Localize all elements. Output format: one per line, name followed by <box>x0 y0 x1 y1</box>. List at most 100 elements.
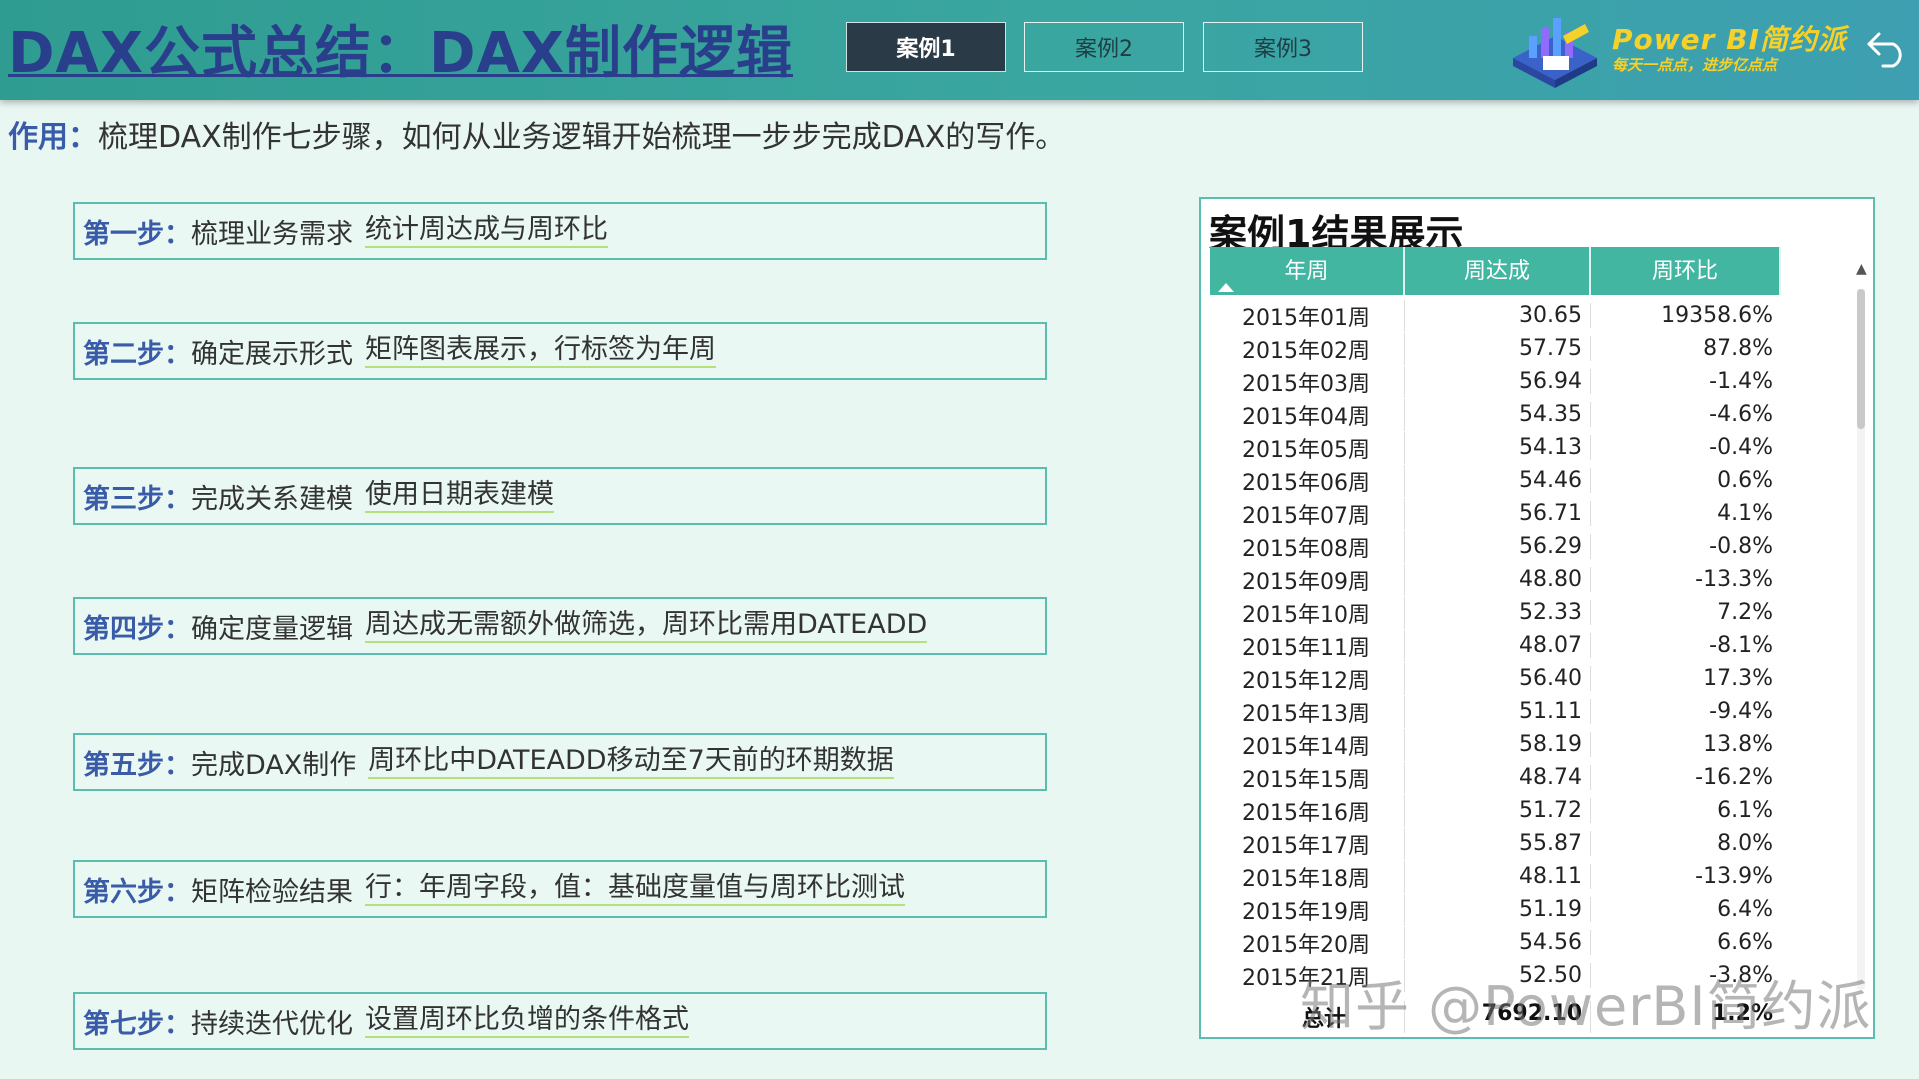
column-header-weekly-achievement[interactable]: 周达成 <box>1405 247 1591 295</box>
cell-weekly-achievement: 48.11 <box>1405 864 1591 889</box>
table-row[interactable]: 2015年07周 56.71 4.1% <box>1210 497 1781 530</box>
table-row[interactable]: 2015年03周 56.94 -1.4% <box>1210 365 1781 398</box>
table-row[interactable]: 2015年08周 56.29 -0.8% <box>1210 530 1781 563</box>
column-header-label: 周达成 <box>1463 259 1530 284</box>
column-header-year-week[interactable]: 年周 <box>1210 247 1405 295</box>
cell-week-over-week: 19358.6% <box>1661 303 1773 328</box>
result-matrix-panel: 案例1结果展示 年周 周达成 周环比 2015年01周 30.65 19358.6%… <box>1199 197 1875 1039</box>
cell-weekly-achievement: 55.87 <box>1405 831 1591 856</box>
table-row[interactable]: 2015年20周 54.56 6.6% <box>1210 926 1781 959</box>
step-label: 第二步： <box>83 338 191 370</box>
table-row[interactable]: 2015年05周 54.13 -0.4% <box>1210 431 1781 464</box>
cell-week-over-week: -16.2% <box>1695 765 1773 790</box>
cell-weekly-achievement: 30.65 <box>1405 303 1591 328</box>
cell-week-over-week: 7.2% <box>1717 600 1773 625</box>
scroll-up-icon[interactable]: ▲ <box>1856 261 1867 277</box>
cell-year-week: 2015年11周 <box>1210 629 1405 662</box>
cell-year-week: 2015年03周 <box>1210 365 1405 398</box>
cell-year-week: 2015年13周 <box>1210 695 1405 728</box>
cell-weekly-achievement: 56.71 <box>1405 501 1591 526</box>
table-row[interactable]: 2015年10周 52.33 7.2% <box>1210 596 1781 629</box>
tab-case-3[interactable]: 案例3 <box>1203 22 1363 72</box>
cell-weekly-achievement: 56.40 <box>1405 666 1591 691</box>
tab-case-1[interactable]: 案例1 <box>846 22 1006 72</box>
table-row[interactable]: 2015年04周 54.35 -4.6% <box>1210 398 1781 431</box>
cell-week-over-week: 4.1% <box>1717 501 1773 526</box>
table-row[interactable]: 2015年17周 55.87 8.0% <box>1210 827 1781 860</box>
table-row[interactable]: 2015年02周 57.75 87.8% <box>1210 332 1781 365</box>
cell-year-week: 2015年01周 <box>1210 299 1405 332</box>
step-label: 第七步： <box>83 1008 191 1040</box>
cell-year-week: 2015年09周 <box>1210 563 1405 596</box>
step-label: 第五步： <box>83 749 191 781</box>
cell-weekly-achievement: 48.74 <box>1405 765 1591 790</box>
step-title: 梳理业务需求 <box>191 218 353 250</box>
tab-case-2[interactable]: 案例2 <box>1024 22 1184 72</box>
cell-year-week: 2015年12周 <box>1210 662 1405 695</box>
step-label: 第六步： <box>83 876 191 908</box>
step-title: 完成关系建模 <box>191 483 353 515</box>
column-header-label: 周环比 <box>1651 259 1718 284</box>
table-row[interactable]: 2015年09周 48.80 -13.3% <box>1210 563 1781 596</box>
sort-ascending-icon[interactable] <box>1218 283 1234 292</box>
cell-year-week: 2015年08周 <box>1210 530 1405 563</box>
table-row[interactable]: 2015年12周 56.40 17.3% <box>1210 662 1781 695</box>
step-desc: 设置周环比负增的条件格式 <box>365 1004 689 1038</box>
cell-weekly-achievement: 54.46 <box>1405 468 1591 493</box>
cell-year-week: 2015年04周 <box>1210 398 1405 431</box>
scrollbar-thumb[interactable] <box>1857 289 1865 429</box>
step-desc: 周达成无需额外做筛选，周环比需用DATEADD <box>365 609 928 643</box>
cell-year-week: 2015年20周 <box>1210 926 1405 959</box>
purpose-text: 作用：梳理DAX制作七步骤，如何从业务逻辑开始梳理一步步完成DAX的写作。 <box>8 112 1065 156</box>
cell-week-over-week: 6.4% <box>1717 897 1773 922</box>
step-desc: 周环比中DATEADD移动至7天前的环期数据 <box>368 745 894 779</box>
top-bar: DAX公式总结：DAX制作逻辑 案例1 案例2 案例3 Power BI简约派 … <box>0 0 1919 100</box>
column-header-label: 年周 <box>1284 259 1329 284</box>
cell-year-week: 2015年07周 <box>1210 497 1405 530</box>
cell-week-over-week: -13.9% <box>1695 864 1773 889</box>
cell-year-week: 2015年10周 <box>1210 596 1405 629</box>
column-header-week-over-week[interactable]: 周环比 <box>1591 247 1781 295</box>
table-row[interactable]: 2015年15周 48.74 -16.2% <box>1210 761 1781 794</box>
cell-weekly-achievement: 54.13 <box>1405 435 1591 460</box>
table-row[interactable]: 2015年01周 30.65 19358.6% <box>1210 299 1781 332</box>
cell-weekly-achievement: 54.56 <box>1405 930 1591 955</box>
table-row[interactable]: 2015年14周 58.19 13.8% <box>1210 728 1781 761</box>
table-row[interactable]: 2015年18周 48.11 -13.9% <box>1210 860 1781 893</box>
table-row[interactable]: 2015年16周 51.72 6.1% <box>1210 794 1781 827</box>
cell-year-week: 2015年05周 <box>1210 431 1405 464</box>
matrix-header: 年周 周达成 周环比 <box>1210 247 1781 295</box>
step-title: 确定度量逻辑 <box>191 613 353 645</box>
cell-week-over-week: 87.8% <box>1703 336 1773 361</box>
cell-weekly-achievement: 57.75 <box>1405 336 1591 361</box>
step-desc: 行：年周字段，值：基础度量值与周环比测试 <box>365 872 905 906</box>
purpose-label: 作用： <box>8 120 98 155</box>
step-title: 完成DAX制作 <box>191 749 357 781</box>
watermark: 知乎 @PowerBI简约派 <box>1300 975 1872 1038</box>
table-row[interactable]: 2015年06周 54.46 0.6% <box>1210 464 1781 497</box>
cell-weekly-achievement: 51.11 <box>1405 699 1591 724</box>
table-row[interactable]: 2015年13周 51.11 -9.4% <box>1210 695 1781 728</box>
cell-week-over-week: -8.1% <box>1709 633 1773 658</box>
cell-year-week: 2015年06周 <box>1210 464 1405 497</box>
cell-weekly-achievement: 51.72 <box>1405 798 1591 823</box>
step-title: 确定展示形式 <box>191 338 353 370</box>
step-title: 持续迭代优化 <box>191 1008 353 1040</box>
cell-week-over-week: -0.8% <box>1709 534 1773 559</box>
back-arrow-icon[interactable] <box>1865 26 1911 68</box>
step-2-card: 第二步： 确定展示形式 矩阵图表展示，行标签为年周 <box>73 322 1047 380</box>
cell-year-week: 2015年18周 <box>1210 860 1405 893</box>
table-row[interactable]: 2015年19周 51.19 6.4% <box>1210 893 1781 926</box>
step-desc: 矩阵图表展示，行标签为年周 <box>365 334 716 368</box>
step-6-card: 第六步： 矩阵检验结果 行：年周字段，值：基础度量值与周环比测试 <box>73 860 1047 918</box>
cell-weekly-achievement: 56.94 <box>1405 369 1591 394</box>
cell-week-over-week: -0.4% <box>1709 435 1773 460</box>
step-desc: 使用日期表建模 <box>365 479 554 513</box>
table-row[interactable]: 2015年11周 48.07 -8.1% <box>1210 629 1781 662</box>
step-4-card: 第四步： 确定度量逻辑 周达成无需额外做筛选，周环比需用DATEADD <box>73 597 1047 655</box>
matrix-body[interactable]: 2015年01周 30.65 19358.6% 2015年02周 57.75 87.8% 2… <box>1210 299 1781 999</box>
brand-subtitle: 每天一点点，进步亿点点 <box>1612 56 1778 74</box>
page-title: DAX公式总结：DAX制作逻辑 <box>8 21 793 86</box>
cell-year-week: 2015年16周 <box>1210 794 1405 827</box>
step-label: 第一步： <box>83 218 191 250</box>
